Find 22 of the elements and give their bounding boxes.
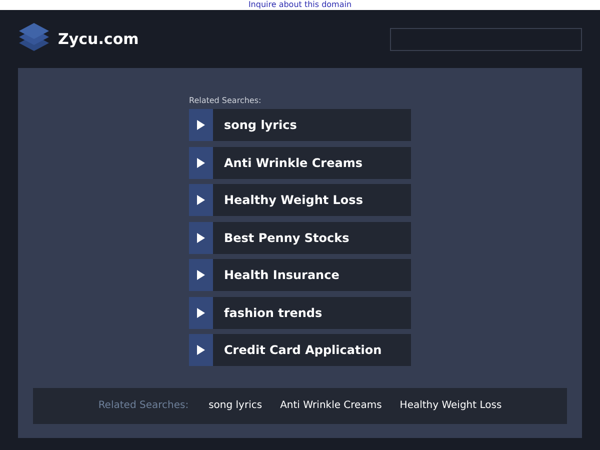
search-field[interactable] [390, 28, 582, 50]
search-link-button[interactable]: Healthy Weight Loss [189, 184, 411, 216]
play-icon [197, 120, 205, 130]
search-link-button[interactable]: Anti Wrinkle Creams [189, 146, 411, 178]
play-icon [197, 195, 205, 205]
footer-related-label: Related Searches: [98, 399, 189, 413]
inquire-link[interactable]: Inquire about this domain [248, 1, 352, 9]
play-icon [197, 308, 205, 318]
related-searches-label: Related Searches: [189, 95, 262, 107]
search-link-button[interactable]: fashion trends [189, 296, 411, 328]
site-name: Zycu.com [58, 28, 139, 50]
footer-search-link[interactable]: Anti Wrinkle Creams [280, 398, 382, 413]
search-link-button[interactable]: Health Insurance [189, 259, 411, 291]
search-link-button[interactable]: song lyrics [189, 109, 411, 141]
footer-search-link[interactable]: Healthy Weight Loss [400, 398, 502, 413]
play-icon [197, 270, 205, 280]
play-icon [197, 345, 205, 355]
play-icon [197, 158, 205, 168]
search-link-button[interactable]: Credit Card Application [189, 334, 411, 366]
footer-search-link[interactable]: song lyrics [208, 398, 262, 413]
search-link-button[interactable]: Best Penny Stocks [189, 222, 411, 254]
play-icon [197, 232, 205, 242]
